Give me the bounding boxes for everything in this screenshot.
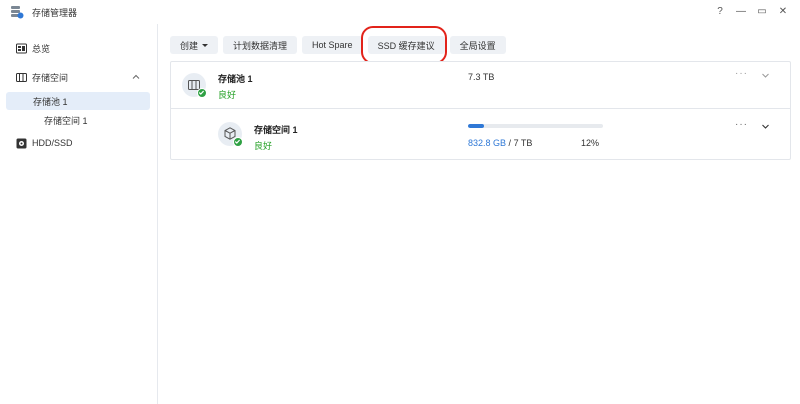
title-bar: 存储管理器 ? — ▭ ✕ — [0, 0, 800, 24]
sidebar-item-volume-1[interactable]: 存储空间 1 — [6, 111, 150, 129]
close-icon[interactable]: ✕ — [778, 4, 788, 18]
volume-row[interactable]: 存储空间 1 良好 832.8 GB / 7 TB 12% ··· — [171, 108, 790, 160]
volume-icon — [218, 122, 243, 147]
sidebar-item-label: 存储池 1 — [33, 96, 68, 107]
storage-panel: 存储池 1 良好 7.3 TB ··· 存储空间 1 良好 832.8 GB / — [170, 61, 791, 160]
chevron-up-icon[interactable] — [132, 73, 140, 81]
sidebar-item-label: 总览 — [32, 43, 51, 54]
window-controls: ? — ▭ ✕ — [715, 4, 788, 18]
chevron-down-icon[interactable] — [761, 71, 770, 80]
volume-name: 存储空间 1 — [254, 125, 298, 135]
sidebar-item-label: 存储空间 — [32, 72, 69, 83]
window-title: 存储管理器 — [32, 8, 78, 18]
minimize-icon[interactable]: — — [736, 4, 746, 18]
ssd-cache-advisor-button[interactable]: SSD 缓存建议 — [367, 36, 445, 54]
more-options-icon[interactable]: ··· — [735, 119, 748, 130]
sidebar-item-storage-pool-1[interactable]: 存储池 1 — [6, 92, 150, 110]
sidebar-item-hdd-ssd[interactable]: HDD/SSD — [0, 133, 158, 153]
toolbar: 创建 计划数据清理 Hot Spare SSD 缓存建议 全局设置 — [170, 36, 506, 54]
scheduled-scrubbing-button[interactable]: 计划数据清理 — [223, 36, 298, 54]
usage-separator: / — [508, 138, 512, 148]
chevron-down-icon[interactable] — [761, 122, 770, 131]
usage-progress-bar — [468, 124, 603, 128]
storage-icon — [16, 72, 27, 82]
used-capacity: 832.8 GB — [468, 138, 507, 148]
check-icon — [197, 88, 207, 98]
sidebar: 总览 存储空间 存储池 1 存储空间 1 HDD/SSD — [0, 24, 158, 404]
total-capacity: 7 TB — [513, 138, 533, 148]
caret-down-icon — [202, 43, 209, 47]
check-icon — [233, 137, 243, 147]
storage-pool-size: 7.3 TB — [468, 72, 495, 82]
hot-spare-button[interactable]: Hot Spare — [302, 36, 363, 54]
more-options-icon[interactable]: ··· — [735, 68, 748, 79]
drive-icon — [16, 138, 27, 148]
storage-pool-name: 存储池 1 — [218, 74, 253, 84]
storage-pool-icon — [182, 73, 207, 98]
create-button[interactable]: 创建 — [170, 36, 219, 54]
overview-icon — [16, 43, 27, 53]
maximize-icon[interactable]: ▭ — [757, 4, 767, 18]
usage-progress-fill — [468, 124, 485, 128]
sidebar-item-overview[interactable]: 总览 — [0, 38, 158, 58]
storage-manager-app-icon — [11, 6, 24, 19]
storage-pool-status: 良好 — [218, 90, 237, 100]
usage-percent: 12% — [581, 138, 600, 148]
sidebar-item-label: HDD/SSD — [32, 138, 73, 148]
usage-text: 832.8 GB / 7 TB — [468, 138, 532, 148]
global-settings-button[interactable]: 全局设置 — [449, 36, 506, 54]
volume-status: 良好 — [254, 141, 273, 151]
help-icon[interactable]: ? — [715, 4, 725, 18]
storage-pool-row[interactable]: 存储池 1 良好 7.3 TB ··· — [171, 62, 790, 106]
sidebar-item-label: 存储空间 1 — [44, 115, 88, 126]
sidebar-item-storage[interactable]: 存储空间 — [0, 67, 158, 87]
create-button-label: 创建 — [180, 40, 199, 51]
